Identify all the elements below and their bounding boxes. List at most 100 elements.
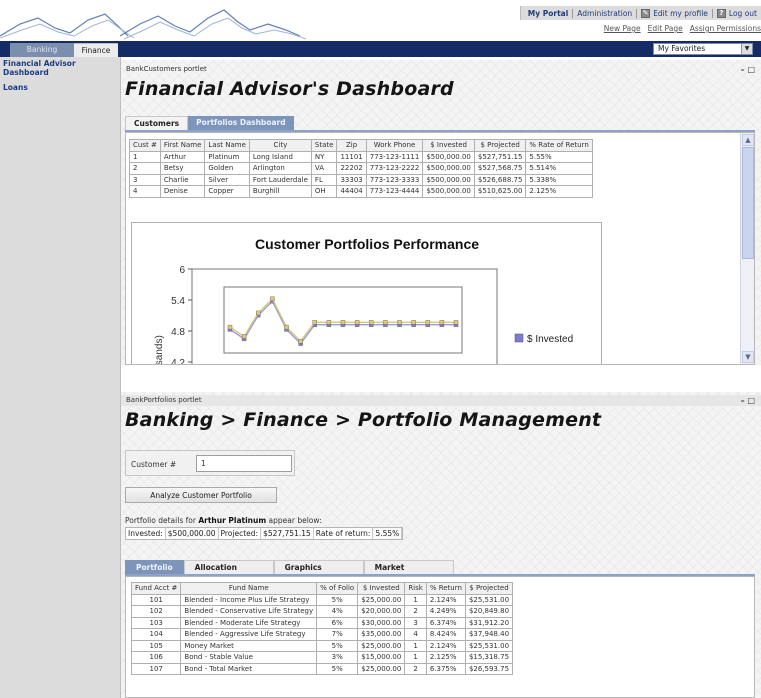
column-header[interactable]: Fund Name [180, 582, 318, 595]
data-point [284, 324, 289, 330]
data-point [383, 320, 388, 325]
table-cell: 773-123-1111 [365, 150, 424, 163]
table-cell: 773-123-2222 [365, 162, 424, 175]
table-cell: 2 [129, 162, 161, 175]
table-cell: Arlington [248, 162, 312, 175]
table-cell: 2 [404, 605, 427, 618]
table-cell: OH [310, 185, 338, 198]
table-row[interactable]: 105 Money Market 5% $25,000.00 1 2.124% $25,53… [130, 639, 514, 652]
table-row[interactable]: 3 Charlie Silver Fort Lauderdale FL 33303 773-… [129, 173, 593, 186]
portfolio-details-text: Portfolio details for Arthur Platinum ap… [125, 516, 322, 525]
rate-label: Rate of return: [315, 529, 371, 538]
column-header[interactable]: First Name [159, 139, 206, 152]
column-header[interactable]: Zip [336, 139, 367, 152]
data-point [227, 324, 233, 330]
table-cell: 106 [130, 651, 182, 664]
sidebar-item-financial-advisor-dashboard[interactable]: Financial Advisor Dashboard [0, 57, 120, 81]
tab-banking[interactable]: Banking [10, 43, 74, 57]
scroll-up-icon[interactable]: ▲ [742, 134, 754, 146]
assign-permissions-link[interactable]: Assign Permissions [690, 24, 761, 33]
y-tick-label: 6 [179, 265, 185, 276]
table-cell: 5% [316, 639, 359, 652]
tab-portfolios-dashboard[interactable]: Portfolios Dashboard [188, 116, 294, 130]
favorites-value: My Favorites [658, 44, 706, 53]
portlet-title: BankCustomers portlet [126, 65, 207, 73]
customer-number-input[interactable] [196, 455, 292, 472]
invested-value: $500,000.00 [164, 528, 219, 539]
table-row[interactable]: 104 Blended - Aggressive Life Strategy 7% $… [130, 628, 514, 641]
table-row[interactable]: 106 Bond - Stable Value 3% $15,000.00 1 2.125… [130, 651, 514, 664]
table-cell: Bond - Stable Value [180, 651, 318, 664]
table-row[interactable]: 101 Blended - Income Plus Life Strategy 5%… [130, 593, 514, 606]
tab-customers[interactable]: Customers [125, 116, 189, 130]
table-row[interactable]: 102 Blended - Conservative Life Strategy 4… [130, 605, 514, 618]
data-point [340, 320, 346, 325]
table-cell: 1 [404, 651, 427, 664]
table-cell: 22202 [336, 162, 367, 175]
nav-my-portal[interactable]: My Portal [524, 9, 573, 18]
column-header[interactable]: Last Name [204, 139, 250, 152]
column-header[interactable]: % of Folio [316, 582, 359, 595]
table-row[interactable]: 107 Bond - Total Market 5% $25,000.00 2 6.375… [130, 662, 514, 675]
nav-edit-profile[interactable]: ✎ Edit my profile [637, 8, 712, 18]
table-cell: 773-123-4444 [365, 185, 424, 198]
funds-table: Fund Acct # Fund Name% of Folio $ Invested… [130, 582, 514, 675]
table-row[interactable]: 4 Denise Copper Burghill OH 44404 773-123-4444… [129, 185, 593, 198]
column-header[interactable]: $ Projected [473, 139, 527, 152]
tab-market-simulation[interactable]: Market Simulation [363, 560, 454, 586]
customers-table: Cust # First Name Last Name City State Zip Wor… [129, 139, 593, 198]
y-tick-label: 4.8 [171, 327, 185, 338]
table-cell: 101 [130, 593, 182, 606]
portlet-window-controls[interactable]: – □ [741, 64, 755, 75]
analyze-portfolio-button[interactable]: Analyze Customer Portfolio [125, 487, 277, 503]
table-cell: $527,751.15 [473, 150, 527, 163]
favorites-select[interactable]: My Favorites ▼ [653, 43, 753, 55]
column-header[interactable]: Risk [404, 582, 427, 595]
portfolio-tabs: Portfolio Allocation Graphics Market Sim… [125, 560, 454, 586]
column-header[interactable]: Cust # [129, 139, 161, 152]
page-title: Financial Advisor's Dashboard [125, 78, 454, 100]
scroll-thumb[interactable] [742, 147, 754, 259]
data-point [369, 320, 374, 325]
rate-value: 5.55% [372, 528, 403, 539]
tab-portfolio[interactable]: Portfolio [125, 560, 184, 574]
table-cell: $25,000.00 [357, 593, 406, 606]
column-header[interactable]: Work Phone [365, 139, 424, 152]
sidebar: Financial Advisor Dashboard Loans [0, 57, 121, 698]
vertical-scrollbar[interactable]: ▲ ▼ [740, 133, 754, 364]
column-header[interactable]: Fund Acct # [130, 582, 182, 595]
table-cell: 8.424% [425, 628, 466, 641]
nav-log-out[interactable]: ? Log out [713, 8, 761, 18]
new-page-link[interactable]: New Page [604, 24, 641, 33]
tab-graphics[interactable]: Graphics [273, 560, 364, 574]
column-header[interactable]: $ Invested [357, 582, 406, 595]
scroll-down-icon[interactable]: ▼ [742, 351, 754, 363]
table-cell: NY [310, 150, 338, 163]
table-cell: Copper [204, 185, 250, 198]
table-cell: 33303 [336, 173, 367, 186]
table-row[interactable]: 1 Arthur Platinum Long Island NY 11101 773-123… [129, 150, 593, 163]
table-cell: 6.374% [425, 616, 466, 629]
column-header[interactable]: $ Invested [422, 139, 475, 152]
tab-finance[interactable]: Finance [74, 43, 118, 57]
column-header[interactable]: % Return [425, 582, 466, 595]
tab-allocation[interactable]: Allocation [183, 560, 274, 574]
table-row[interactable]: 2 Betsy Golden Arlington VA 22202 773-123-2222… [129, 162, 593, 175]
portlet-title-bar: BankCustomers portlet – □ [121, 64, 761, 75]
table-cell: Money Market [180, 639, 318, 652]
table-cell: Arthur [159, 150, 206, 163]
edit-page-link[interactable]: Edit Page [648, 24, 683, 33]
table-row[interactable]: 103 Blended - Moderate Life Strategy 6% $30… [130, 616, 514, 629]
portlet-window-controls[interactable]: – □ [741, 395, 755, 406]
column-header[interactable]: City [248, 139, 312, 152]
column-header[interactable]: $ Projected [464, 582, 514, 595]
table-cell: $15,000.00 [357, 651, 406, 664]
sidebar-item-loans[interactable]: Loans [0, 81, 120, 97]
table-cell: $15,318.75 [464, 651, 514, 664]
table-cell: 5.55% [525, 150, 593, 163]
portlet-title-bar: BankPortfolios portlet – □ [121, 395, 761, 406]
table-cell: 1 [129, 150, 161, 163]
nav-administration[interactable]: Administration [573, 9, 636, 18]
column-header[interactable]: % Rate of Return [525, 139, 593, 152]
column-header[interactable]: State [310, 139, 338, 152]
